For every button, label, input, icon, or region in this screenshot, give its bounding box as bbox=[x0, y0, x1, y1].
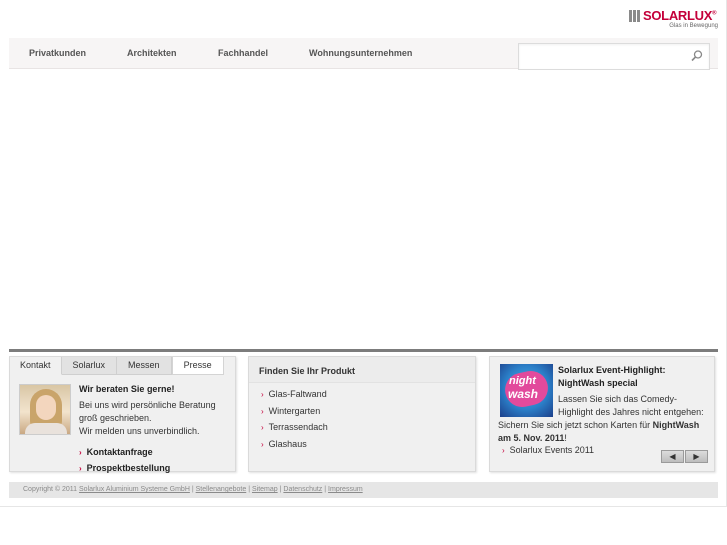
footer-link-impressum[interactable]: Impressum bbox=[328, 486, 363, 493]
produkt-link-glashaus[interactable]: › Glashaus bbox=[261, 439, 307, 449]
footer-separator: | bbox=[248, 486, 251, 493]
footer-separator: | bbox=[324, 486, 327, 493]
hero-divider bbox=[9, 349, 718, 352]
footer-link-datenschutz[interactable]: Datenschutz bbox=[283, 486, 322, 493]
copyright-text: Copyright © 2011 bbox=[23, 486, 78, 493]
tab-solarlux[interactable]: Solarlux bbox=[61, 357, 118, 375]
tab-kontakt[interactable]: Kontakt bbox=[10, 357, 62, 375]
footer-link-company[interactable]: Solarlux Aluminium Systeme GmbH bbox=[79, 486, 190, 493]
nav-item-architekten[interactable]: Architekten bbox=[127, 48, 177, 58]
footer-separator: | bbox=[279, 486, 282, 493]
footer-link-sitemap[interactable]: Sitemap bbox=[252, 486, 278, 493]
produkt-link-terrassendach[interactable]: › Terrassendach bbox=[261, 422, 328, 432]
chevron-right-icon: › bbox=[502, 446, 505, 455]
search-box bbox=[518, 43, 710, 70]
logo-text: SOLARLUX® bbox=[643, 8, 717, 23]
footer: Copyright © 2011 Solarlux Aluminium Syst… bbox=[9, 482, 718, 498]
event-title[interactable]: Solarlux Event-Highlight: NightWash spec… bbox=[558, 364, 708, 390]
produkt-link-glas-faltwand[interactable]: › Glas-Faltwand bbox=[261, 389, 327, 399]
event-pager: ◀ ▶ bbox=[661, 450, 708, 463]
pager-prev-button[interactable]: ◀ bbox=[661, 450, 684, 463]
chevron-right-icon: › bbox=[79, 464, 82, 473]
tab-messen[interactable]: Messen bbox=[117, 357, 172, 375]
footer-line: Copyright © 2011 Solarlux Aluminium Syst… bbox=[23, 486, 363, 493]
logo-tagline: Glas in Bewegung bbox=[669, 23, 718, 29]
produkt-link-wintergarten[interactable]: › Wintergarten bbox=[261, 406, 320, 416]
nav-item-privatkunden[interactable]: Privatkunden bbox=[29, 48, 86, 58]
event-text: Lassen Sie sich das Comedy- Highlight de… bbox=[558, 394, 704, 417]
kontakt-text: Bei uns wird persönliche Beratung groß g… bbox=[79, 400, 216, 436]
solarlux-events-link[interactable]: › Solarlux Events 2011 bbox=[502, 445, 594, 455]
consultant-photo bbox=[19, 384, 71, 435]
kontakt-heading: Wir beraten Sie gerne! bbox=[79, 384, 175, 394]
footer-separator: | bbox=[191, 486, 194, 493]
chevron-right-icon: › bbox=[261, 423, 264, 432]
tab-presse[interactable]: Presse bbox=[171, 357, 224, 375]
chevron-right-icon: › bbox=[79, 448, 82, 457]
chevron-right-icon: › bbox=[261, 440, 264, 449]
solarlux-logo[interactable]: SOLARLUX® Glas in Bewegung bbox=[619, 8, 719, 32]
logo-mark-icon bbox=[629, 10, 641, 22]
search-icon[interactable] bbox=[690, 49, 704, 63]
produkt-box: Finden Sie Ihr Produkt › Glas-Faltwand › W… bbox=[248, 356, 476, 472]
nav-item-wohnungsunternehmen[interactable]: Wohnungsunternehmen bbox=[309, 48, 412, 58]
nightwash-image[interactable]: night wash bbox=[500, 364, 553, 417]
produkt-heading: Finden Sie Ihr Produkt bbox=[249, 357, 475, 383]
kontakt-box: Kontakt Solarlux Messen Presse Wir berat… bbox=[9, 356, 236, 473]
footer-link-stellenangebote[interactable]: Stellenangebote bbox=[196, 486, 247, 493]
kontaktanfrage-link[interactable]: › Kontaktanfrage bbox=[79, 447, 153, 457]
search-input[interactable] bbox=[519, 44, 687, 69]
prospektbestellung-link[interactable]: › Prospektbestellung bbox=[79, 463, 170, 473]
kontakt-tabs: Kontakt Solarlux Messen Presse bbox=[10, 357, 224, 375]
nav-item-fachhandel[interactable]: Fachhandel bbox=[218, 48, 268, 58]
pager-next-button[interactable]: ▶ bbox=[685, 450, 708, 463]
chevron-right-icon: › bbox=[261, 407, 264, 416]
event-box: night wash Solarlux Event-Highlight: Nig… bbox=[489, 356, 715, 472]
chevron-right-icon: › bbox=[261, 390, 264, 399]
event-text-continued: Sichern Sie sich jetzt schon Karten für … bbox=[498, 420, 700, 443]
